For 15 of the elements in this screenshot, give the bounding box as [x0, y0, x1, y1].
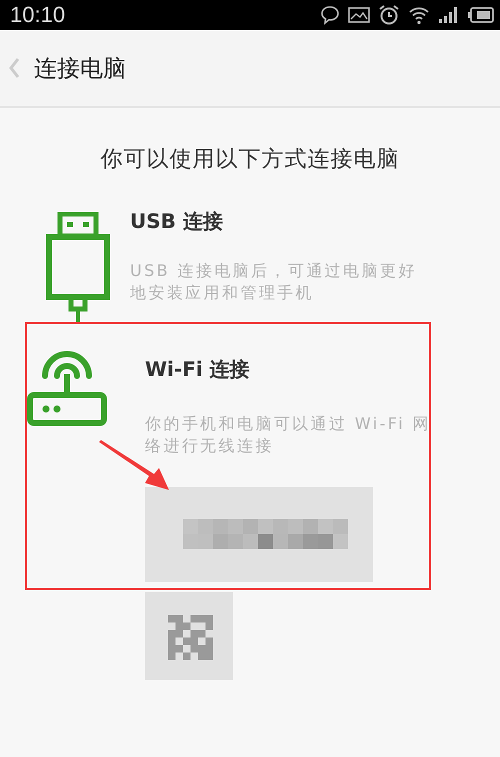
clock-time: 10:10	[10, 2, 66, 28]
option-description: USB 连接电脑后，可通过电脑更好地安装应用和管理手机	[130, 260, 418, 304]
option-title: Wi-Fi 连接	[145, 356, 251, 383]
signal-icon	[438, 6, 460, 24]
option-description: 你的手机和电脑可以通过 Wi-Fi 网络进行无线连接	[145, 413, 432, 457]
option-title: USB 连接	[130, 208, 224, 235]
chat-bubble-icon	[320, 5, 340, 25]
usb-plug-icon	[46, 212, 110, 324]
battery-icon	[468, 7, 494, 23]
image-icon	[348, 6, 370, 24]
alarm-clock-icon	[378, 4, 400, 26]
page-title: 连接电脑	[34, 54, 126, 84]
section-heading: 你可以使用以下方式连接电脑	[100, 146, 400, 174]
back-icon[interactable]	[8, 57, 20, 79]
wifi-icon	[408, 5, 430, 25]
